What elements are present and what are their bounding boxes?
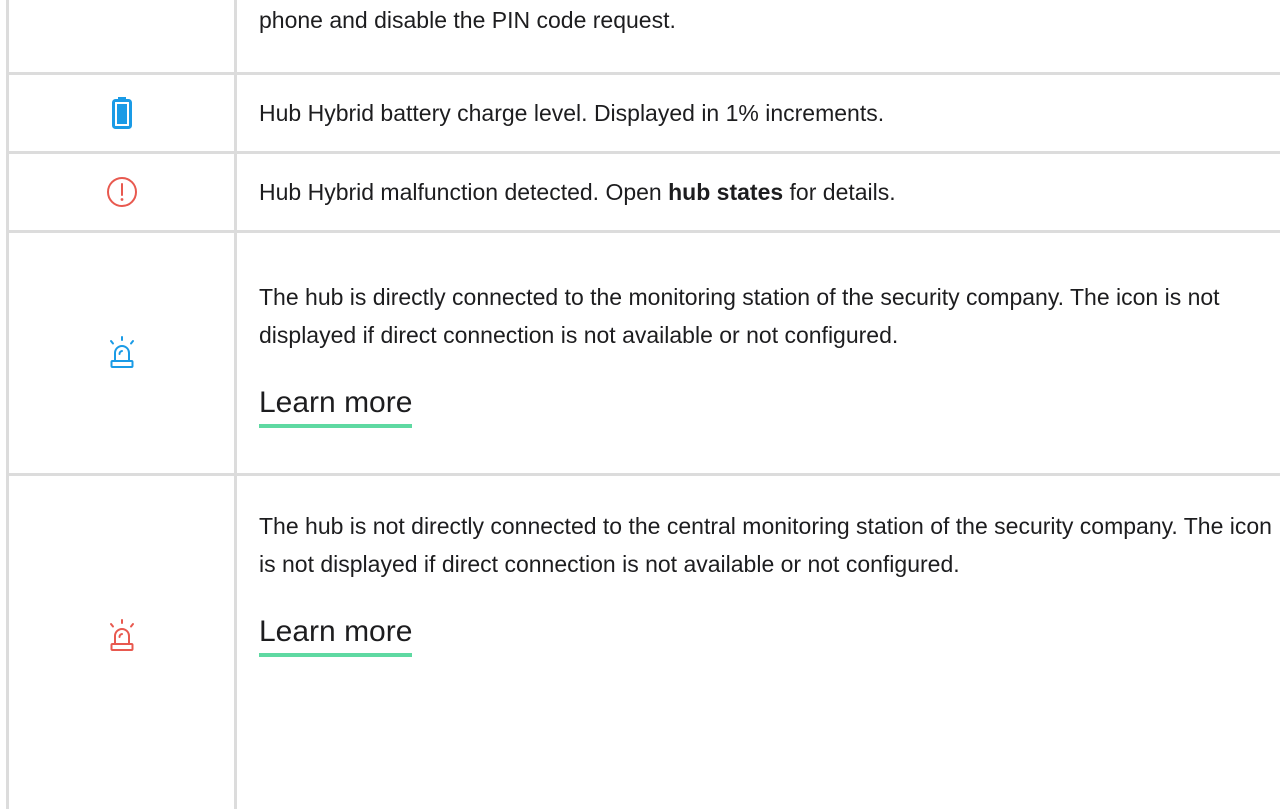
learn-more-link[interactable]: Learn more xyxy=(259,384,413,428)
table-row: Hub Hybrid battery charge level. Display… xyxy=(9,75,1280,154)
icon-cell xyxy=(9,75,237,151)
description-cell: phone and disable the PIN code request. xyxy=(237,0,1280,72)
table-row: phone and disable the PIN code request. xyxy=(9,0,1280,75)
description-cell: Hub Hybrid malfunction detected. Open hu… xyxy=(237,154,1280,230)
siren-icon xyxy=(108,336,136,370)
battery-icon xyxy=(111,97,132,129)
description-cell: The hub is not directly connected to the… xyxy=(237,476,1280,809)
table-row: The hub is not directly connected to the… xyxy=(9,476,1280,809)
learn-more-link[interactable]: Learn more xyxy=(259,613,413,657)
icon-cell xyxy=(9,233,237,473)
icon-legend-table: phone and disable the PIN code request. … xyxy=(6,0,1280,809)
siren-icon xyxy=(108,619,136,653)
row-description: phone and disable the PIN code request. xyxy=(259,7,676,33)
description-cell: Hub Hybrid battery charge level. Display… xyxy=(237,75,1280,151)
hub-states-term: hub states xyxy=(668,179,784,205)
row-description: Hub Hybrid malfunction detected. Open hu… xyxy=(259,179,896,205)
description-cell: The hub is directly connected to the mon… xyxy=(237,233,1280,473)
row-description: Hub Hybrid battery charge level. Display… xyxy=(259,100,885,126)
icon-cell xyxy=(9,154,237,230)
alert-circle-icon xyxy=(106,176,138,208)
icon-cell xyxy=(9,476,237,809)
icon-cell xyxy=(9,0,237,72)
row-description: The hub is directly connected to the mon… xyxy=(259,284,1220,348)
row-description: The hub is not directly connected to the… xyxy=(259,513,1272,577)
table-row: Hub Hybrid malfunction detected. Open hu… xyxy=(9,154,1280,233)
table-row: The hub is directly connected to the mon… xyxy=(9,233,1280,476)
